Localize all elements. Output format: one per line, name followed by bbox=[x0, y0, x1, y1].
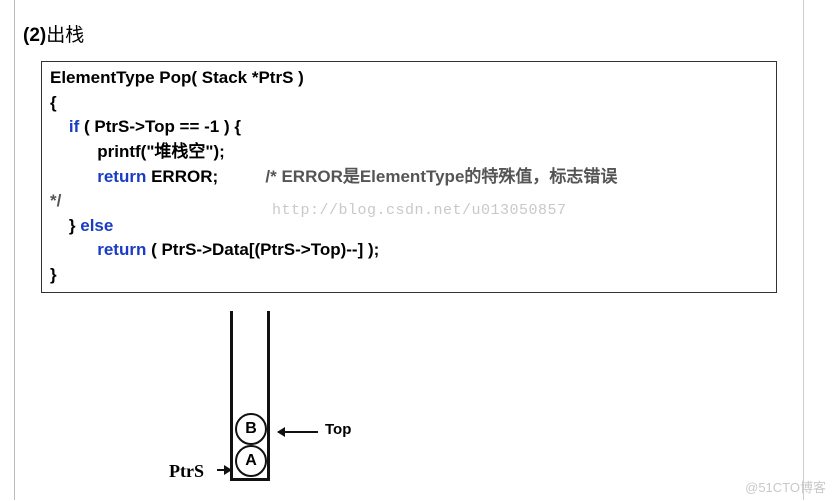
stack-body: B A bbox=[230, 311, 270, 481]
code-printf: printf("堆栈空"); bbox=[50, 140, 768, 165]
code-signature: ElementType Pop( Stack *PtrS ) bbox=[50, 66, 768, 91]
code-return-error: return ERROR; /* ERROR是ElementType的特殊值，标… bbox=[50, 165, 768, 190]
code-open-brace: { bbox=[50, 91, 768, 116]
else-keyword: else bbox=[80, 216, 113, 235]
code-return-value: return ( PtrS->Data[(PtrS->Top)--] ); bbox=[50, 238, 768, 263]
page: (2)出栈 ElementType Pop( Stack *PtrS ) { i… bbox=[14, 0, 804, 500]
code-block: ElementType Pop( Stack *PtrS ) { if ( Pt… bbox=[41, 61, 777, 293]
stack-wall-right bbox=[267, 311, 270, 479]
ptrs-label: PtrS bbox=[169, 461, 204, 482]
stack-diagram: PtrS B A Top bbox=[175, 311, 575, 501]
code-if-line: if ( PtrS->Top == -1 ) { bbox=[50, 115, 768, 140]
top-arrow-icon bbox=[278, 431, 318, 433]
return2-keyword: return bbox=[97, 240, 146, 259]
return2-expr: ( PtrS->Data[(PtrS->Top)--] ); bbox=[146, 240, 379, 259]
stack-wall-left bbox=[230, 311, 233, 479]
top-label: Top bbox=[325, 421, 351, 438]
heading-text: 出栈 bbox=[46, 25, 84, 46]
corner-watermark: @51CTO博客 bbox=[745, 477, 826, 496]
heading-number: (2) bbox=[23, 25, 46, 46]
error-token: ERROR bbox=[146, 167, 212, 186]
comment-text: /* ERROR是ElementType的特殊值，标志错误 bbox=[265, 167, 617, 186]
ptrs-arrow-icon bbox=[217, 469, 231, 471]
code-close-brace: } bbox=[50, 263, 768, 288]
stack-cell-a: A bbox=[235, 445, 267, 477]
section-heading: (2)出栈 bbox=[23, 20, 803, 47]
return-keyword: return bbox=[97, 167, 146, 186]
stack-bottom bbox=[230, 478, 270, 481]
if-cond: ( PtrS->Top == -1 ) { bbox=[79, 117, 241, 136]
code-watermark: http://blog.csdn.net/u013050857 bbox=[272, 200, 567, 222]
stack-cell-b: B bbox=[235, 413, 267, 445]
if-keyword: if bbox=[69, 117, 79, 136]
